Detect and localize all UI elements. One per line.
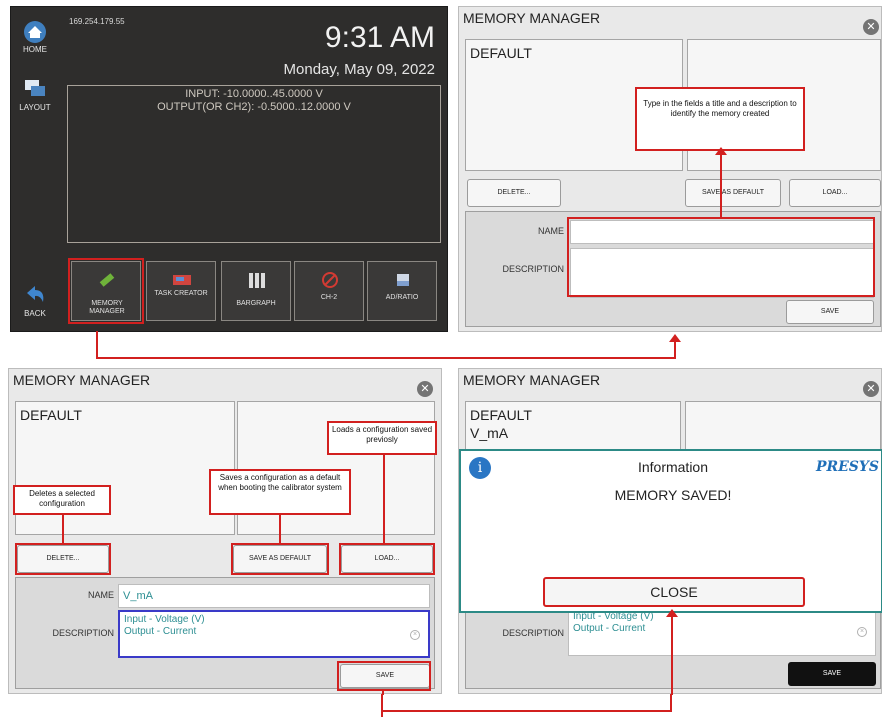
- layout-label: LAYOUT: [19, 103, 51, 112]
- arrow-line: [62, 515, 64, 543]
- arrow-line: [671, 613, 673, 695]
- arrow-line: [279, 515, 281, 543]
- callout-save-default: Saves a configuration as a default when …: [209, 469, 351, 515]
- bargraph-icon: [249, 273, 265, 288]
- delete-button[interactable]: DELETE...: [467, 179, 561, 207]
- memory-item-default[interactable]: DEFAULT: [470, 406, 532, 424]
- close-icon[interactable]: ✕: [417, 381, 433, 397]
- description-field[interactable]: Input - Voltage (V) Output - Current ×: [118, 610, 430, 658]
- memory-manager-panel-filled: MEMORY MANAGER ✕ DEFAULT DELETE... SAVE …: [8, 368, 442, 695]
- clock-date: Monday, May 09, 2022: [283, 61, 435, 78]
- back-icon[interactable]: [23, 283, 47, 305]
- callout-delete: Deletes a selected configuration: [13, 485, 111, 515]
- description-line-2: Output - Current: [573, 623, 646, 634]
- highlight-load: [339, 543, 435, 575]
- save-button[interactable]: SAVE: [788, 662, 876, 686]
- arrow-head-up: [715, 147, 727, 155]
- tile-task-creator[interactable]: TASK CREATOR: [146, 261, 216, 321]
- highlight-delete: [15, 543, 111, 575]
- description-field[interactable]: Input - Voltage (V) Output - Current ×: [568, 608, 876, 656]
- device-home-screen: HOME LAYOUT BACK 169.254.179.55 9:31 AM …: [10, 6, 448, 332]
- connector-line: [96, 331, 98, 359]
- highlight-save-default: [231, 543, 329, 575]
- connector-line: [670, 694, 672, 712]
- highlight-form-fields: [567, 217, 875, 297]
- description-line-2: Output - Current: [124, 626, 197, 637]
- disabled-icon: [322, 272, 338, 288]
- memory-item-default[interactable]: DEFAULT: [470, 44, 532, 62]
- home-label: HOME: [23, 45, 47, 54]
- brand-logo: PRESYS: [815, 459, 879, 475]
- clock-time: 9:31 AM: [324, 21, 435, 54]
- close-button[interactable]: CLOSE: [543, 577, 805, 607]
- back-label: BACK: [24, 309, 46, 318]
- tile-label: BARGRAPH: [236, 300, 276, 307]
- highlight-save: [337, 661, 431, 691]
- connector-line: [96, 357, 676, 359]
- tile-label: CH-2: [320, 294, 338, 301]
- connector-line: [381, 710, 672, 712]
- callout-type-fields: Type in the fields a title and a descrip…: [635, 87, 805, 151]
- name-field[interactable]: V_mA: [118, 584, 430, 608]
- ratio-icon: [397, 274, 409, 286]
- load-button[interactable]: LOAD...: [789, 179, 881, 207]
- ip-address: 169.254.179.55: [69, 17, 125, 26]
- save-button[interactable]: SAVE: [786, 300, 874, 324]
- info-dialog: i Information PRESYS MEMORY SAVED! CLOSE: [459, 449, 882, 613]
- page-title: MEMORY MANAGER: [463, 372, 601, 388]
- highlight-memory-manager: [68, 258, 144, 324]
- task-creator-icon: [173, 275, 191, 285]
- tile-label: AD/RATIO: [385, 294, 419, 301]
- dialog-message: MEMORY SAVED!: [614, 487, 732, 503]
- description-line-1: Input - Voltage (V): [124, 614, 205, 625]
- clear-icon[interactable]: ×: [410, 630, 420, 640]
- description-label: DESCRIPTION: [502, 628, 564, 638]
- tile-bargraph[interactable]: BARGRAPH: [221, 261, 291, 321]
- connector-line: [674, 340, 676, 359]
- clear-icon[interactable]: ×: [857, 627, 867, 637]
- callout-load: Loads a configuration saved previosly: [327, 421, 437, 455]
- range-info-box: INPUT: -10.0000..45.0000 V OUTPUT(OR CH2…: [67, 85, 441, 243]
- close-icon[interactable]: ✕: [863, 19, 879, 35]
- memory-item-saved[interactable]: V_mA: [470, 424, 508, 442]
- arrow-head-up: [669, 334, 681, 342]
- close-icon[interactable]: ✕: [863, 381, 879, 397]
- tile-ad-ratio[interactable]: AD/RATIO: [367, 261, 437, 321]
- home-icon[interactable]: [23, 21, 47, 43]
- tile-label: TASK CREATOR: [154, 290, 208, 297]
- name-value: V_mA: [123, 590, 153, 602]
- tile-ch2[interactable]: CH-2: [294, 261, 364, 321]
- arrow-head-up: [666, 609, 678, 617]
- output-range: OUTPUT(OR CH2): -0.5000..12.0000 V: [157, 101, 351, 113]
- memory-manager-panel-saved: MEMORY MANAGER ✕ DEFAULT V_mA Input - Vo…: [458, 368, 882, 695]
- name-label: NAME: [87, 590, 114, 600]
- input-range: INPUT: -10.0000..45.0000 V: [185, 88, 323, 100]
- layout-icon[interactable]: [23, 77, 47, 99]
- name-label: NAME: [537, 226, 564, 236]
- arrow-line: [720, 151, 722, 217]
- description-label: DESCRIPTION: [502, 264, 564, 274]
- page-title: MEMORY MANAGER: [463, 10, 601, 26]
- description-label: DESCRIPTION: [52, 628, 114, 638]
- page-title: MEMORY MANAGER: [13, 372, 151, 388]
- memory-item-default[interactable]: DEFAULT: [20, 406, 82, 424]
- connector-line: [381, 694, 383, 717]
- arrow-line: [383, 455, 385, 543]
- memory-manager-panel-new: MEMORY MANAGER ✕ DEFAULT DELETE... SAVE …: [458, 6, 882, 332]
- save-as-default-button[interactable]: SAVE AS DEFAULT: [685, 179, 781, 207]
